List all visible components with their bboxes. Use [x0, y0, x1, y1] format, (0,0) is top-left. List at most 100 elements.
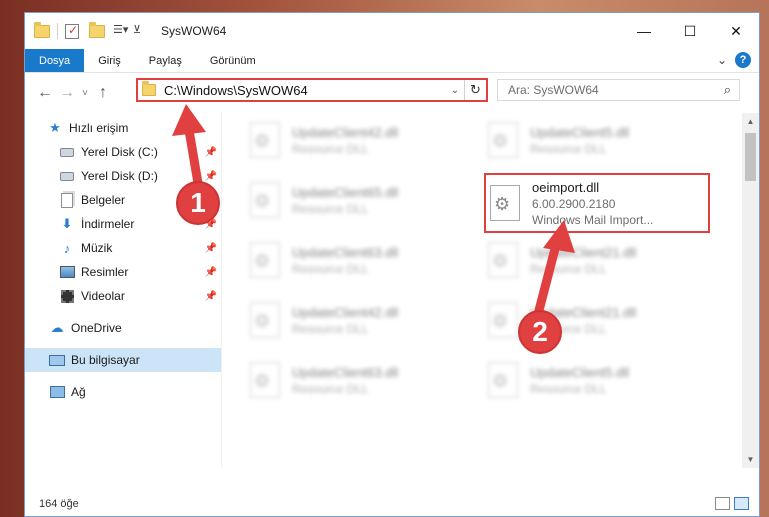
vertical-scrollbar[interactable]: ▲ ▼ — [742, 113, 759, 468]
dll-file-icon — [488, 302, 518, 338]
music-icon: ♪ — [63, 240, 71, 256]
recent-locations-button[interactable]: ˅ — [78, 88, 92, 99]
file-item[interactable]: UpdateClient63.dllResource DLL — [250, 235, 450, 285]
pin-icon[interactable]: 📌 — [205, 291, 217, 302]
search-placeholder: Ara: SysWOW64 — [508, 83, 599, 97]
title-bar: ☰▾ ⊻ SysWOW64 — ☐ ✕ — [25, 13, 759, 49]
computer-icon — [49, 352, 65, 368]
navigation-pane: ★ Hızlı erişim Yerel Disk (C:) 📌 Yerel D… — [25, 113, 221, 468]
scroll-thumb[interactable] — [745, 133, 756, 181]
properties-icon[interactable] — [65, 23, 79, 39]
search-input[interactable]: Ara: SysWOW64 ⌕ — [497, 79, 740, 101]
nav-item-videos[interactable]: Videolar 📌 — [25, 284, 221, 308]
content-area: ★ Hızlı erişim Yerel Disk (C:) 📌 Yerel D… — [25, 113, 759, 468]
file-item[interactable]: UpdateClient5.dllResource DLL — [488, 355, 688, 405]
nav-label: Videolar — [81, 289, 125, 303]
refresh-button[interactable]: ↻ — [464, 80, 486, 100]
nav-item-network[interactable]: Ağ — [25, 380, 221, 404]
status-bar: 164 öğe — [25, 492, 759, 516]
toolbar-dropdown-icon[interactable]: ⊻ — [133, 23, 149, 39]
address-dropdown-icon[interactable]: ⌄ — [446, 85, 464, 96]
nav-label: İndirmeler — [81, 217, 135, 231]
pin-icon[interactable]: 📌 — [205, 147, 217, 158]
file-item[interactable]: UpdateClient42.dllResource DLL — [250, 115, 450, 165]
file-list: UpdateClient42.dllResource DLL UpdateCli… — [222, 113, 740, 468]
nav-item-pictures[interactable]: Resimler 📌 — [25, 260, 221, 284]
nav-item-quick-access[interactable]: ★ Hızlı erişim — [25, 116, 221, 140]
cloud-icon: ☁ — [50, 320, 64, 335]
file-item[interactable]: UpdateClient5.dllResource DLL — [488, 115, 688, 165]
forward-button[interactable]: → — [56, 84, 78, 102]
nav-label: Ağ — [71, 385, 86, 399]
nav-label: Resimler — [81, 265, 129, 279]
pin-icon[interactable]: 📌 — [205, 267, 217, 278]
dll-file-icon — [488, 362, 518, 398]
disk-icon — [59, 168, 75, 184]
network-icon — [49, 384, 65, 400]
step-badge-1: 1 — [176, 181, 220, 225]
download-icon: ⬇ — [61, 216, 73, 231]
new-folder-icon[interactable] — [89, 21, 105, 38]
dll-file-icon — [250, 122, 280, 158]
pictures-icon — [59, 264, 75, 280]
minimize-button[interactable]: — — [621, 13, 667, 49]
ribbon-tabs: Dosya Giriş Paylaş Görünüm ⌄ ? — [25, 49, 759, 73]
nav-item-this-pc[interactable]: Bu bilgisayar — [25, 348, 221, 372]
nav-label: Bu bilgisayar — [71, 353, 140, 367]
nav-label: Belgeler — [81, 193, 126, 207]
tab-file[interactable]: Dosya — [25, 49, 85, 72]
documents-icon — [59, 192, 75, 208]
item-count: 164 öğe — [39, 498, 79, 510]
folder-icon — [34, 21, 50, 38]
dll-file-icon — [250, 302, 280, 338]
search-icon[interactable]: ⌕ — [724, 82, 731, 98]
videos-icon — [59, 288, 75, 304]
customize-toolbar-icon[interactable]: ☰▾ — [113, 23, 129, 39]
back-button[interactable]: ← — [34, 84, 56, 102]
maximize-button[interactable]: ☐ — [667, 13, 713, 49]
file-item[interactable]: UpdateClient21.dllResource DLL — [488, 235, 688, 285]
tab-view[interactable]: Görünüm — [196, 49, 270, 72]
nav-item-onedrive[interactable]: ☁ OneDrive — [25, 316, 221, 340]
nav-label: Yerel Disk (D:) — [81, 169, 158, 183]
file-item[interactable]: UpdateClient63.dllResource DLL — [250, 355, 450, 405]
nav-item-local-disk-c[interactable]: Yerel Disk (C:) 📌 — [25, 140, 221, 164]
nav-label: Hızlı erişim — [69, 121, 129, 135]
folder-icon — [142, 81, 156, 96]
tiles-view-icon[interactable] — [734, 497, 749, 510]
scroll-down-icon[interactable]: ▼ — [742, 451, 759, 468]
address-path[interactable]: C:\Windows\SysWOW64 — [164, 83, 446, 98]
address-bar[interactable]: C:\Windows\SysWOW64 ⌄ ↻ — [136, 78, 488, 102]
dll-file-icon — [250, 242, 280, 278]
dll-file-icon — [250, 182, 280, 218]
up-button[interactable]: ↑ — [92, 84, 114, 102]
expand-ribbon-icon[interactable]: ⌄ — [717, 53, 727, 67]
help-icon[interactable]: ? — [735, 52, 751, 68]
tab-home[interactable]: Giriş — [84, 49, 135, 72]
dll-file-icon — [488, 122, 518, 158]
step-badge-2: 2 — [518, 310, 562, 354]
file-item[interactable]: UpdateClient65.dllResource DLL — [250, 175, 450, 225]
file-item-oeimport[interactable]: oeimport.dll 6.00.2900.2180 Windows Mail… — [484, 173, 710, 233]
nav-label: OneDrive — [71, 321, 122, 335]
nav-label: Müzik — [81, 241, 113, 255]
close-button[interactable]: ✕ — [713, 13, 759, 49]
file-description: Windows Mail Import... — [532, 212, 654, 227]
pin-icon[interactable]: 📌 — [205, 243, 217, 254]
address-row: ← → ˅ ↑ C:\Windows\SysWOW64 ⌄ ↻ Ara: Sys… — [25, 73, 759, 113]
file-item[interactable]: UpdateClient42.dllResource DLL — [250, 295, 450, 345]
file-version: 6.00.2900.2180 — [532, 196, 616, 211]
dll-file-icon — [250, 362, 280, 398]
scroll-up-icon[interactable]: ▲ — [742, 113, 759, 130]
nav-label: Yerel Disk (C:) — [81, 145, 158, 159]
nav-item-music[interactable]: ♪ Müzik 📌 — [25, 236, 221, 260]
dll-file-icon — [490, 185, 520, 221]
file-name: oeimport.dll — [532, 179, 600, 195]
details-view-icon[interactable] — [715, 497, 730, 510]
quick-access-toolbar: ☰▾ ⊻ — [25, 21, 149, 39]
star-icon: ★ — [49, 120, 61, 135]
tab-share[interactable]: Paylaş — [135, 49, 196, 72]
pin-icon[interactable]: 📌 — [205, 171, 217, 182]
disk-icon — [59, 144, 75, 160]
dll-file-icon — [488, 242, 518, 278]
